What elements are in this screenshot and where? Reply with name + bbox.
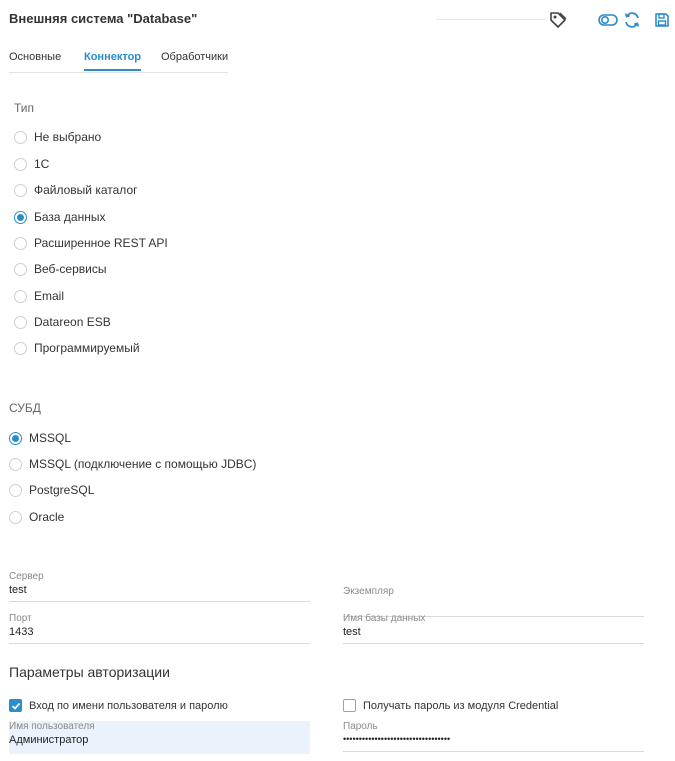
radio-button-selected[interactable] — [9, 431, 22, 445]
type-section-label: Тип — [14, 101, 35, 115]
auth-section-title: Параметры авторизации — [9, 664, 170, 680]
radio-label: MSSQL (подключение с помощью JDBC) — [29, 457, 257, 471]
radio-label: Программируемый — [34, 341, 140, 355]
password-input[interactable]: •••••••••••••••••••••••••••••••••• — [343, 734, 644, 748]
type-option-programmable[interactable]: Программируемый — [14, 341, 140, 355]
radio-label: 1С — [34, 157, 50, 171]
db-name-label: Имя базы данных — [343, 613, 426, 624]
checkbox-checked[interactable] — [9, 699, 22, 712]
server-input[interactable]: test — [9, 584, 310, 598]
type-option-web-services[interactable]: Веб-сервисы — [14, 262, 106, 276]
radio-label: Расширенное REST API — [34, 236, 168, 250]
radio-label: База данных — [34, 210, 106, 224]
radio-button[interactable] — [14, 130, 27, 144]
type-option-file-catalog[interactable]: Файловый каталог — [14, 183, 138, 197]
radio-button[interactable] — [9, 457, 22, 471]
field-underline — [9, 601, 310, 602]
db-name-field[interactable]: Имя базы данных test — [343, 613, 644, 644]
dbms-option-mssql[interactable]: MSSQL — [9, 431, 71, 445]
type-option-1c[interactable]: 1С — [14, 157, 49, 171]
password-field[interactable]: Пароль •••••••••••••••••••••••••••••••••… — [343, 721, 644, 752]
radio-button[interactable] — [14, 262, 27, 276]
radio-button[interactable] — [9, 483, 22, 497]
page-title: Внешняя система "Database" — [9, 11, 198, 26]
radio-label: Email — [34, 289, 65, 303]
type-option-rest-api[interactable]: Расширенное REST API — [14, 236, 168, 250]
login-password-checkbox[interactable]: Вход по имени пользователя и паролю — [9, 699, 228, 712]
server-label: Сервер — [9, 571, 44, 582]
instance-input[interactable] — [343, 599, 644, 613]
checkbox-label: Вход по имени пользователя и паролю — [29, 699, 228, 712]
radio-button[interactable] — [9, 510, 22, 524]
radio-button[interactable] — [14, 289, 27, 303]
password-label: Пароль — [343, 721, 378, 732]
field-underline — [343, 751, 644, 752]
radio-label: PostgreSQL — [29, 483, 95, 497]
tab-handlers[interactable]: Обработчики — [161, 51, 228, 69]
tab-connector[interactable]: Коннектор — [84, 51, 142, 71]
instance-label: Экземпляр — [343, 586, 394, 597]
dbms-option-mssql-jdbc[interactable]: MSSQL (подключение с помощью JDBC) — [9, 457, 256, 471]
type-option-none[interactable]: Не выбрано — [14, 130, 101, 144]
port-input[interactable]: 1433 — [9, 626, 310, 640]
header-divider — [436, 19, 546, 20]
radio-label: Не выбрано — [34, 130, 102, 144]
refresh-icon[interactable] — [621, 9, 643, 31]
username-field[interactable]: Имя пользователя Администратор — [9, 721, 310, 754]
dbms-section-label: СУБД — [9, 401, 41, 415]
type-option-email[interactable]: Email — [14, 289, 64, 303]
field-underline — [343, 643, 644, 644]
tab-basic[interactable]: Основные — [9, 51, 61, 69]
tabs-divider — [9, 72, 228, 73]
dbms-option-postgresql[interactable]: PostgreSQL — [9, 483, 94, 497]
radio-label: Datareon ESB — [34, 315, 111, 329]
radio-button[interactable] — [14, 315, 27, 329]
username-input[interactable]: Администратор — [9, 734, 310, 748]
check-icon — [11, 702, 20, 710]
radio-button-selected[interactable] — [14, 210, 27, 224]
type-option-datareon[interactable]: Datareon ESB — [14, 315, 111, 329]
radio-label: MSSQL — [29, 431, 72, 445]
type-option-database[interactable]: База данных — [14, 210, 105, 224]
radio-button[interactable] — [14, 236, 27, 250]
checkbox-unchecked[interactable] — [343, 699, 356, 712]
radio-button[interactable] — [14, 341, 27, 355]
radio-button[interactable] — [14, 183, 27, 197]
checkbox-label: Получать пароль из модуля Credential — [363, 699, 559, 712]
radio-label: Oracle — [29, 510, 65, 524]
port-label: Порт — [9, 613, 32, 624]
toggle-icon[interactable] — [597, 9, 619, 31]
save-icon[interactable] — [651, 9, 673, 31]
username-label: Имя пользователя — [9, 721, 95, 732]
field-underline — [9, 643, 310, 644]
credential-module-checkbox[interactable]: Получать пароль из модуля Credential — [343, 699, 558, 712]
tag-icon[interactable] — [547, 9, 569, 31]
port-field[interactable]: Порт 1433 — [9, 613, 310, 644]
radio-label: Веб-сервисы — [34, 262, 107, 276]
db-name-input[interactable]: test — [343, 626, 644, 640]
dbms-option-oracle[interactable]: Oracle — [9, 510, 64, 524]
radio-label: Файловый каталог — [34, 183, 138, 197]
server-field[interactable]: Сервер test — [9, 571, 310, 602]
radio-button[interactable] — [14, 157, 27, 171]
